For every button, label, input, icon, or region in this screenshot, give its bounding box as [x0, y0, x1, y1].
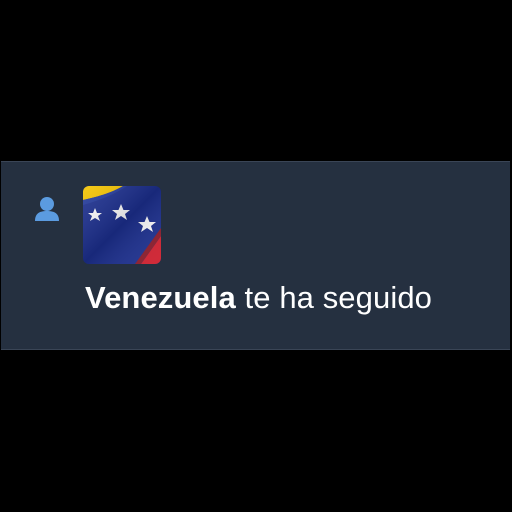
user-name-link[interactable]: Venezuela — [85, 280, 236, 315]
avatar[interactable] — [83, 186, 161, 264]
action-text: te ha seguido — [244, 280, 432, 315]
venezuela-flag-avatar — [83, 186, 161, 264]
notification-message: Venezuela te ha seguido — [85, 280, 432, 316]
person-follow-icon — [35, 197, 59, 221]
screenshot-frame: Venezuela te ha seguido — [0, 0, 512, 512]
follow-notification[interactable]: Venezuela te ha seguido — [1, 161, 510, 350]
